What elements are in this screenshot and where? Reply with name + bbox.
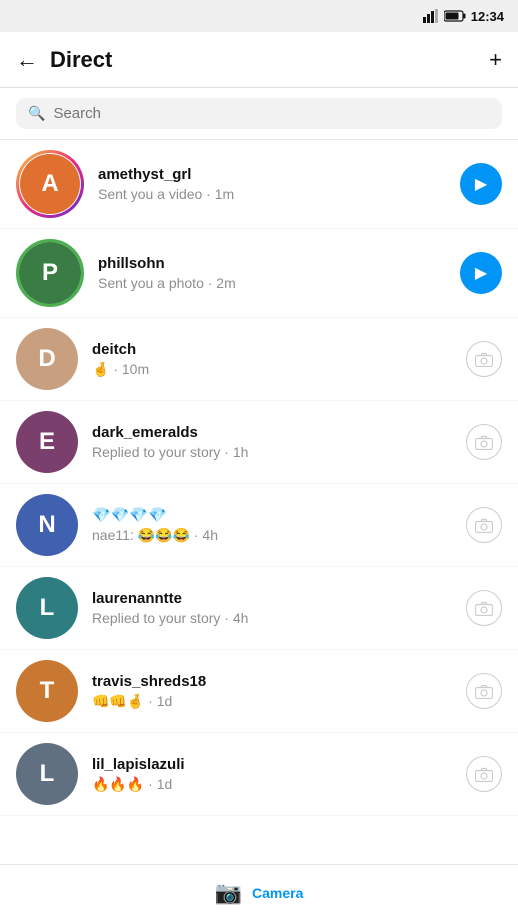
conv-preview: Replied to your story · 1h [92, 444, 456, 460]
conv-username: laurenanntte [92, 590, 456, 607]
header-title: Direct [50, 47, 489, 73]
conv-username: travis_shreds18 [92, 673, 456, 690]
conv-preview: 👊👊🤞 · 1d [92, 693, 456, 710]
camera-label: Camera [252, 885, 303, 901]
list-item[interactable]: T travis_shreds18 👊👊🤞 · 1d [0, 650, 518, 733]
conv-username: phillsohn [98, 255, 450, 272]
avatar: L [16, 743, 78, 805]
avatar: D [16, 328, 78, 390]
camera-button[interactable] [466, 756, 502, 792]
battery-icon [444, 10, 466, 22]
header: ← Direct + [0, 32, 518, 88]
status-time: 12:34 [471, 9, 504, 24]
camera-icon[interactable] [466, 756, 502, 792]
bottom-bar[interactable]: 📷 Camera [0, 864, 518, 920]
camera-icon[interactable] [466, 341, 502, 377]
conv-username: 💎💎💎💎 [92, 506, 456, 524]
search-bar: 🔍 [0, 88, 518, 140]
conv-info: phillsohn Sent you a photo · 2m [98, 255, 450, 291]
search-input[interactable] [53, 105, 490, 122]
avatar: P [16, 239, 84, 307]
list-item[interactable]: N 💎💎💎💎 nae11: 😂😂😂 · 4h [0, 484, 518, 567]
list-item[interactable]: P phillsohn Sent you a photo · 2m ▶ [0, 229, 518, 318]
camera-icon: 📷 [215, 880, 242, 906]
avatar: L [16, 577, 78, 639]
new-message-button[interactable]: + [489, 47, 502, 73]
conversation-list: A amethyst_grl Sent you a video · 1m ▶ P… [0, 140, 518, 816]
conv-info: 💎💎💎💎 nae11: 😂😂😂 · 4h [92, 506, 456, 544]
play-icon[interactable]: ▶ [460, 163, 502, 205]
list-item[interactable]: E dark_emeralds Replied to your story · … [0, 401, 518, 484]
status-icons: 12:34 [423, 9, 504, 24]
conv-username: lil_lapislazuli [92, 756, 456, 773]
list-item[interactable]: L laurenanntte Replied to your story · 4… [0, 567, 518, 650]
signal-icon [423, 9, 439, 23]
conv-preview: 🔥🔥🔥 · 1d [92, 776, 456, 793]
play-button[interactable]: ▶ [460, 252, 502, 294]
status-bar: 12:34 [0, 0, 518, 32]
conv-info: deitch 🤞 · 10m [92, 341, 456, 378]
search-icon: 🔍 [28, 105, 45, 122]
conv-username: amethyst_grl [98, 166, 450, 183]
avatar: N [16, 494, 78, 556]
camera-icon[interactable] [466, 673, 502, 709]
camera-button[interactable] [466, 424, 502, 460]
conv-preview: Sent you a video · 1m [98, 186, 450, 202]
conv-preview: Sent you a photo · 2m [98, 275, 450, 291]
avatar: T [16, 660, 78, 722]
camera-icon[interactable] [466, 590, 502, 626]
conv-info: amethyst_grl Sent you a video · 1m [98, 166, 450, 202]
list-item[interactable]: D deitch 🤞 · 10m [0, 318, 518, 401]
conv-preview: 🤞 · 10m [92, 361, 456, 378]
conv-info: laurenanntte Replied to your story · 4h [92, 590, 456, 626]
search-wrap: 🔍 [16, 98, 502, 129]
play-button[interactable]: ▶ [460, 163, 502, 205]
conv-info: travis_shreds18 👊👊🤞 · 1d [92, 673, 456, 710]
list-item[interactable]: A amethyst_grl Sent you a video · 1m ▶ [0, 140, 518, 229]
camera-icon[interactable] [466, 424, 502, 460]
avatar: E [16, 411, 78, 473]
camera-icon[interactable] [466, 507, 502, 543]
conv-username: deitch [92, 341, 456, 358]
camera-button[interactable] [466, 673, 502, 709]
conv-preview: nae11: 😂😂😂 · 4h [92, 527, 456, 544]
avatar: A [16, 150, 84, 218]
play-icon[interactable]: ▶ [460, 252, 502, 294]
back-button[interactable]: ← [16, 47, 38, 73]
conv-info: dark_emeralds Replied to your story · 1h [92, 424, 456, 460]
camera-button[interactable] [466, 341, 502, 377]
conv-username: dark_emeralds [92, 424, 456, 441]
conv-info: lil_lapislazuli 🔥🔥🔥 · 1d [92, 756, 456, 793]
camera-button[interactable] [466, 590, 502, 626]
camera-button[interactable] [466, 507, 502, 543]
conv-preview: Replied to your story · 4h [92, 610, 456, 626]
list-item[interactable]: L lil_lapislazuli 🔥🔥🔥 · 1d [0, 733, 518, 816]
